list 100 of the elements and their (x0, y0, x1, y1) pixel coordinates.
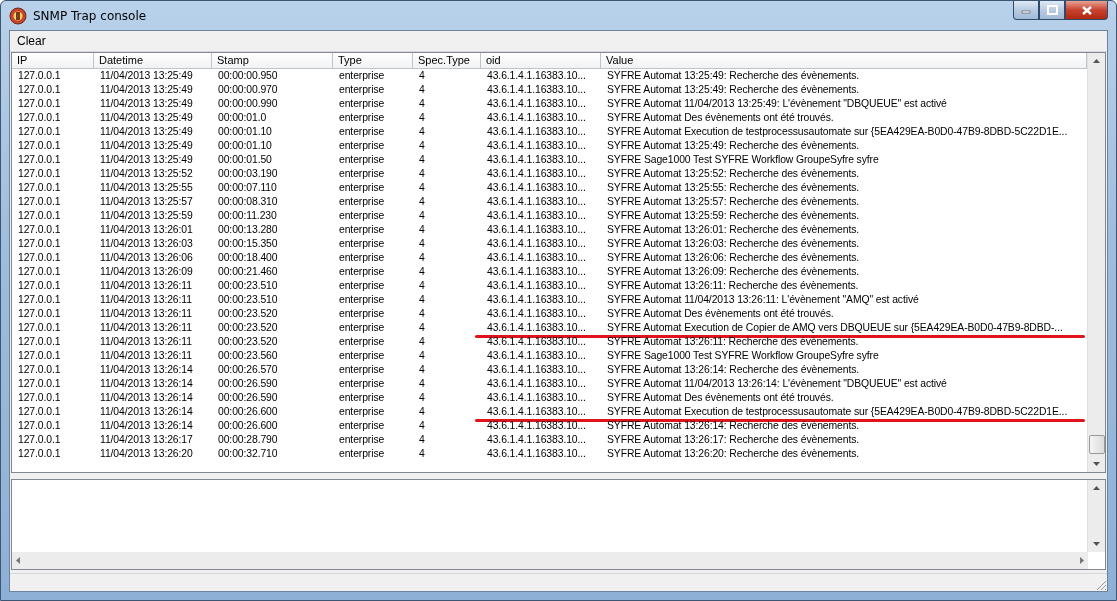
table-cell-text: 127.0.0.1 (17, 110, 62, 125)
table-cell-text: 43.6.1.4.1.16383.10... (486, 404, 587, 419)
table-cell-text: SYFRE Automat 11/04/2013 13:25:49: L'évènement "DBQUEUE" est activé (606, 96, 948, 111)
table-cell-text: SYFRE Automat 13:25:49: Recherche des évènements. (606, 138, 861, 153)
vertical-scrollbar[interactable] (1087, 479, 1105, 553)
table-cell-text: enterprise (338, 152, 386, 167)
table-cell-text: 127.0.0.1 (17, 264, 62, 279)
table-cell-text: 00:00:01.50 (217, 152, 273, 167)
table-cell-text: 127.0.0.1 (17, 432, 62, 447)
table-cell-text: enterprise (338, 334, 386, 349)
table-cell-text: enterprise (338, 376, 386, 391)
scroll-left-icon[interactable] (14, 556, 22, 566)
table-cell-text: SYFRE Automat 13:26:11: Recherche des évènements. (606, 278, 860, 293)
table-cell-text: 11/04/2013 13:26:09 (99, 264, 194, 279)
table-cell-text: 43.6.1.4.1.16383.10... (486, 432, 587, 447)
table-cell-text: SYFRE Automat Execution de Copier de AMQ vers DBQUEUE sur {5EA429EA-B0D0-47B9-8DBD-... (606, 320, 1064, 335)
table-cell-text: 4 (418, 96, 426, 111)
table-cell-text: 11/04/2013 13:26:03 (99, 236, 194, 251)
table-cell-text: 127.0.0.1 (17, 152, 62, 167)
table-cell-text: 00:00:26.570 (217, 362, 279, 377)
table-cell-text: 4 (418, 152, 426, 167)
table-cell-text: 127.0.0.1 (17, 208, 62, 223)
table-cell-text: 11/04/2013 13:25:49 (99, 124, 194, 139)
table-cell-text: 11/04/2013 13:25:49 (99, 138, 194, 153)
table-cell-text: 00:00:07.110 (217, 180, 278, 195)
column-header[interactable]: oid (481, 52, 601, 69)
column-header[interactable]: Stamp (212, 52, 333, 69)
table-cell-text: 00:00:32.710 (217, 446, 279, 461)
table-cell-text: 4 (418, 376, 426, 391)
table-cell-text: enterprise (338, 278, 386, 293)
table-cell-text: 4 (418, 292, 426, 307)
table-cell-text: 43.6.1.4.1.16383.10... (486, 138, 587, 153)
scroll-right-icon[interactable] (1078, 556, 1086, 566)
table-cell-text: 43.6.1.4.1.16383.10... (486, 236, 587, 251)
table-cell-text: 11/04/2013 13:26:17 (99, 432, 194, 447)
table-cell-text: 43.6.1.4.1.16383.10... (486, 82, 587, 97)
table-cell-text: SYFRE Automat 13:26:17: Recherche des évènements. (606, 432, 861, 447)
table-cell-text: 4 (418, 432, 426, 447)
table-cell-text: 4 (418, 68, 426, 83)
table-cell-text: 11/04/2013 13:26:11 (99, 348, 193, 363)
table-cell-text: 127.0.0.1 (17, 306, 62, 321)
table-cell-text: enterprise (338, 236, 386, 251)
table-cell-text: 43.6.1.4.1.16383.10... (486, 166, 587, 181)
table-cell-text: 127.0.0.1 (17, 236, 62, 251)
table-cell-text: enterprise (338, 166, 386, 181)
table-cell-text: enterprise (338, 68, 386, 83)
table-cell-text: 4 (418, 180, 426, 195)
table-cell-text: 127.0.0.1 (17, 446, 62, 461)
table-cell-text: 127.0.0.1 (17, 348, 62, 363)
table-cell-text: 00:00:18.400 (217, 250, 279, 265)
table-cell-text: 43.6.1.4.1.16383.10... (486, 96, 587, 111)
table-cell-text: enterprise (338, 390, 386, 405)
table-cell-text: 11/04/2013 13:25:55 (99, 180, 194, 195)
table-cell-text: 00:00:01.10 (217, 124, 273, 139)
table-cell-text: 43.6.1.4.1.16383.10... (486, 320, 587, 335)
table-cell-text: 43.6.1.4.1.16383.10... (486, 390, 587, 405)
close-button[interactable] (1065, 1, 1108, 20)
table-cell-text: 127.0.0.1 (17, 138, 62, 153)
vertical-scrollbar[interactable] (1087, 52, 1105, 472)
table-cell-text: 4 (418, 208, 426, 223)
table-cell-text: 127.0.0.1 (17, 320, 62, 335)
table-cell-text: 43.6.1.4.1.16383.10... (486, 124, 587, 139)
table-cell-text: enterprise (338, 194, 386, 209)
table-cell-text: 127.0.0.1 (17, 404, 62, 419)
table-cell-text: 11/04/2013 13:26:01 (99, 222, 194, 237)
table-cell-text: 43.6.1.4.1.16383.10... (486, 446, 587, 461)
scroll-thumb[interactable] (1088, 435, 1105, 454)
table-cell-text: 4 (418, 390, 426, 405)
maximize-button[interactable] (1039, 1, 1065, 20)
app-icon (9, 6, 27, 25)
horizontal-scrollbar[interactable] (12, 552, 1088, 570)
table-cell-text: SYFRE Automat 11/04/2013 13:26:14: L'évènement "DBQUEUE" est activé (606, 376, 948, 391)
table-cell-text: 4 (418, 236, 426, 251)
table-cell-text: 00:00:26.600 (217, 418, 279, 433)
column-header[interactable]: IP (12, 52, 94, 69)
table-cell-text: 00:00:28.790 (217, 432, 279, 447)
table-cell-text: 127.0.0.1 (17, 180, 62, 195)
table-cell-text: 00:00:23.520 (217, 334, 279, 349)
minimize-button[interactable] (1013, 1, 1039, 20)
resize-grip-icon[interactable] (1095, 579, 1107, 591)
table-cell-text: 127.0.0.1 (17, 278, 62, 293)
table-cell-text: 43.6.1.4.1.16383.10... (486, 334, 587, 349)
menu-item[interactable]: Clear (10, 31, 53, 50)
table-cell-text: SYFRE Sage1000 Test SYFRE Workflow GroupeSyfre syfre (606, 152, 880, 167)
table-cell-text: enterprise (338, 418, 386, 433)
table-cell-text: SYFRE Automat 13:25:57: Recherche des évènements. (606, 194, 861, 209)
table-cell-text: 43.6.1.4.1.16383.10... (486, 264, 587, 279)
table-cell-text: enterprise (338, 82, 386, 97)
table-cell-text: 43.6.1.4.1.16383.10... (486, 376, 587, 391)
table-cell-text: 11/04/2013 13:26:11 (99, 292, 193, 307)
table-cell-text: SYFRE Automat 13:25:55: Recherche des évènements. (606, 180, 861, 195)
column-header[interactable]: Spec.Type (413, 52, 481, 69)
table-cell-text: enterprise (338, 138, 386, 153)
column-header[interactable]: Value (601, 52, 1087, 69)
table-cell-text: SYFRE Automat 11/04/2013 13:26:11: L'évènement "AMQ" est activé (606, 292, 920, 307)
column-header[interactable]: Type (333, 52, 413, 69)
column-header[interactable]: Datetime (94, 52, 212, 69)
table-cell-text: SYFRE Automat 13:25:59: Recherche des évènements. (606, 208, 861, 223)
table-cell-text: 43.6.1.4.1.16383.10... (486, 110, 587, 125)
table-cell-text: enterprise (338, 124, 386, 139)
